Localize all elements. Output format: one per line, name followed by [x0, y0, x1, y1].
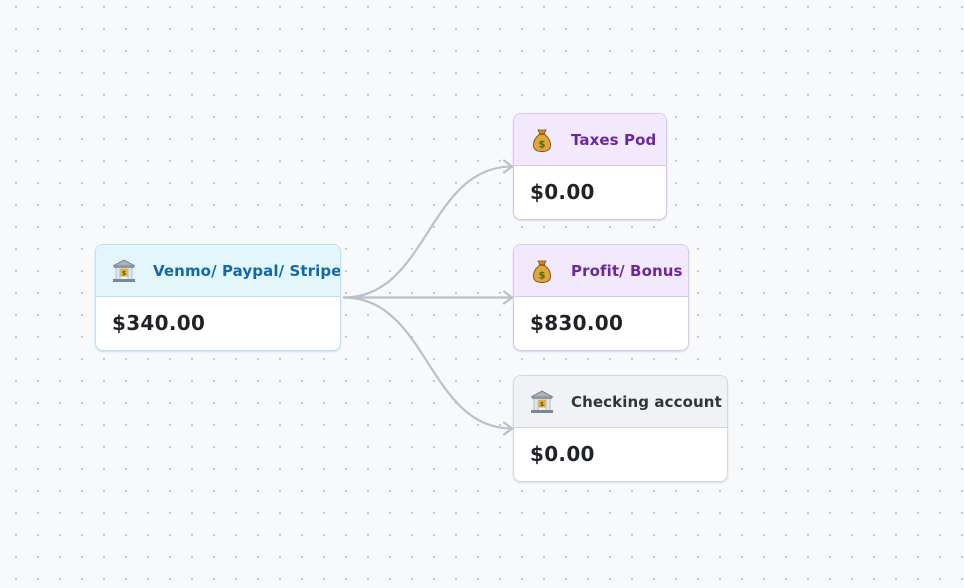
node-header: $ Checking account	[514, 376, 727, 428]
svg-text:$: $	[539, 270, 546, 281]
node-checking-account[interactable]: $ Checking account $0.00	[513, 375, 728, 482]
edge-arrowhead	[502, 421, 514, 436]
node-venmo-paypal-stripe[interactable]: $ Venmo/ Paypal/ Stripe $340.00	[95, 244, 341, 351]
node-body: $0.00	[514, 166, 666, 218]
node-amount: $0.00	[530, 180, 595, 204]
bank-icon: $	[110, 257, 138, 285]
node-body: $830.00	[514, 297, 688, 349]
node-amount: $830.00	[530, 311, 624, 335]
node-amount: $0.00	[530, 442, 595, 466]
money-bag-icon: $	[528, 257, 556, 285]
node-title: Profit/ Bonus	[571, 261, 683, 280]
node-body: $340.00	[96, 297, 340, 349]
node-profit-bonus[interactable]: $ Profit/ Bonus $830.00	[513, 244, 689, 351]
edge-source-to-checking[interactable]	[342, 296, 514, 430]
node-title: Checking account	[571, 392, 722, 411]
flow-canvas[interactable]: $ Venmo/ Paypal/ Stripe $340.00 $ Taxes …	[0, 0, 964, 588]
node-title: Taxes Pod	[571, 130, 657, 149]
bank-icon: $	[528, 388, 556, 416]
node-header: $ Profit/ Bonus	[514, 245, 688, 297]
edge-source-to-taxes[interactable]	[342, 165, 514, 299]
node-taxes-pod[interactable]: $ Taxes Pod $0.00	[513, 113, 667, 220]
node-header: $ Venmo/ Paypal/ Stripe	[96, 245, 340, 297]
edge-arrowhead	[502, 159, 514, 174]
money-bag-icon: $	[528, 126, 556, 154]
node-header: $ Taxes Pod	[514, 114, 666, 166]
svg-text:$: $	[122, 270, 126, 277]
edge-arrowhead	[502, 290, 514, 305]
node-title: Venmo/ Paypal/ Stripe	[153, 261, 341, 280]
svg-text:$: $	[540, 401, 544, 408]
node-body: $0.00	[514, 428, 727, 480]
svg-text:$: $	[539, 139, 546, 150]
node-amount: $340.00	[112, 311, 206, 335]
